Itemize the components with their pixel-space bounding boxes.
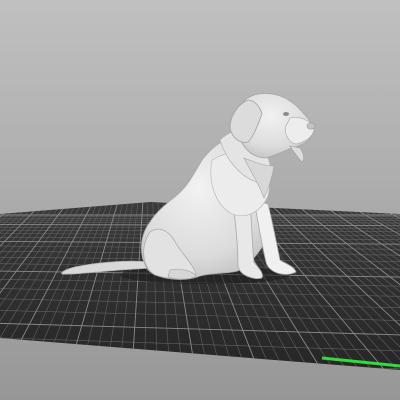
3d-viewport[interactable] <box>0 0 400 400</box>
scene-canvas[interactable] <box>0 0 400 400</box>
dog-nose <box>306 122 316 130</box>
dog-eye <box>283 112 289 116</box>
